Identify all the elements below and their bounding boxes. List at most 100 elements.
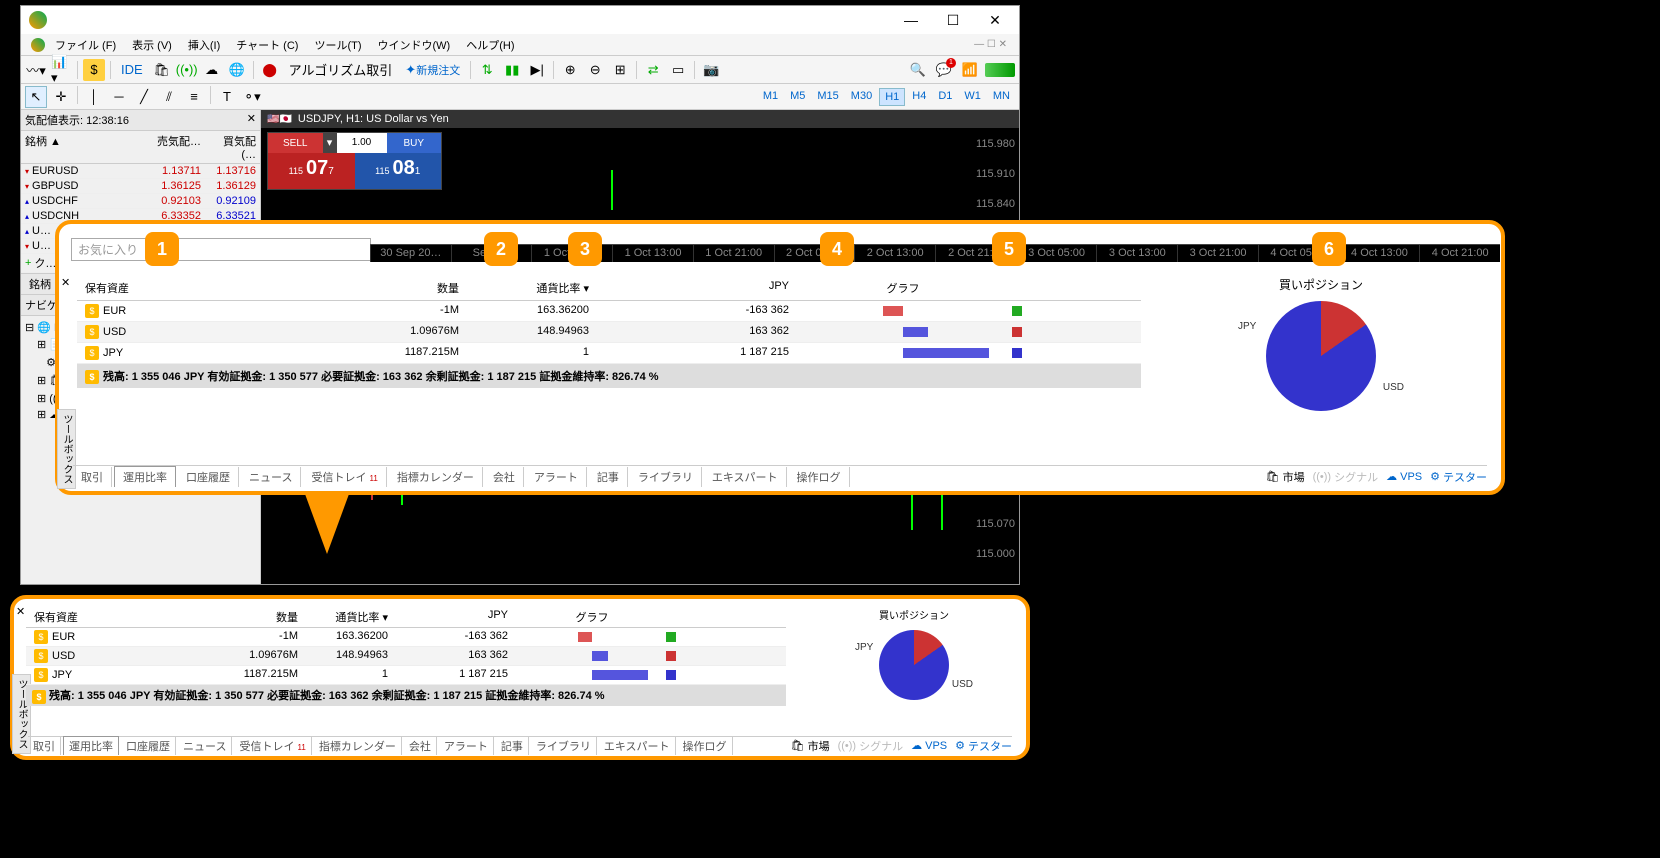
neworder-button[interactable]: ✦ 新規注文 [400,59,465,81]
col-rate[interactable]: 通貨比率 ▾ [467,280,597,296]
menu-file[interactable]: ファイル (F) [49,35,122,55]
objects-icon[interactable]: ⚬▾ [241,86,263,108]
minimize-button[interactable]: — [891,8,931,32]
zoom-in-icon[interactable]: ⊕ [559,59,581,81]
ide-button[interactable]: IDE [116,59,148,81]
tab-articles[interactable]: 記事 [496,737,529,755]
asset-row[interactable]: $JPY 1187.215M11 187 215 [26,666,786,685]
mdi-controls[interactable]: — ☐ ✕ [968,37,1013,52]
cloud-icon[interactable]: ☁ [201,59,223,81]
col-rate[interactable]: 通貨比率 ▾ [306,609,396,625]
asset-row[interactable]: $EUR -1M163.36200-163 362 [26,628,786,647]
tab-exposure[interactable]: 運用比率 [114,466,176,487]
rtab-signals[interactable]: ((•)) シグナル [838,738,904,754]
menu-view[interactable]: 表示 (V) [126,35,178,55]
col-graph[interactable]: グラフ [797,280,997,296]
shopping-icon[interactable]: 🛍 [151,59,173,81]
stop-icon[interactable]: ⬤ [259,59,281,81]
asset-row[interactable]: $USD 1.09676M148.94963163 362 [26,647,786,666]
cursor-icon[interactable]: ↖ [25,86,47,108]
favorites-input[interactable]: お気に入り [71,238,371,261]
tab-experts[interactable]: エキスパート [704,467,787,487]
rtab-tester[interactable]: ⚙ テスター [955,738,1012,754]
tile-icon[interactable]: ▭ [667,59,689,81]
tab-news[interactable]: ニュース [241,467,301,487]
tab-calendar[interactable]: 指標カレンダー [314,737,402,755]
signal-icon[interactable]: ((•)) [176,59,198,81]
tab-company[interactable]: 会社 [485,467,524,487]
close-button[interactable]: ✕ [975,8,1015,32]
tab-news[interactable]: ニュース [178,737,232,755]
maximize-button[interactable]: ☐ [933,8,973,32]
text-icon[interactable]: T [216,86,238,108]
menu-chart[interactable]: チャート (C) [230,35,304,55]
volume-input[interactable]: 1.00 [337,133,387,153]
tf-d1[interactable]: D1 [933,88,957,106]
col-qty[interactable]: 数量 [357,280,467,296]
tab-experts[interactable]: エキスパート [599,737,676,755]
mw-row[interactable]: ▴USDCHF0.921030.92109 [21,194,260,209]
tab-articles[interactable]: 記事 [589,467,628,487]
globe-icon[interactable]: 🌐 [226,59,248,81]
rtab-vps[interactable]: ☁ VPS [1386,470,1422,483]
buy-price[interactable]: 115 081 [355,153,442,189]
col-graph[interactable]: グラフ [516,609,656,625]
chart-type-icon[interactable]: 〰▾ [25,59,47,81]
fibo-icon[interactable]: ≡ [183,86,205,108]
sync-icon[interactable]: ⇄ [642,59,664,81]
mw-col-symbol[interactable]: 銘柄 ▲ [21,131,150,163]
tab-history[interactable]: 口座履歴 [121,737,176,755]
panel-close-icon[interactable]: ✕ [16,605,25,618]
rtab-tester[interactable]: ⚙ テスター [1430,469,1487,485]
tf-m5[interactable]: M5 [785,88,810,106]
panel-close-icon[interactable]: ✕ [61,276,70,289]
rtab-vps[interactable]: ☁ VPS [911,739,947,752]
tab-calendar[interactable]: 指標カレンダー [389,467,483,487]
dollar-icon[interactable]: $ [83,59,105,81]
col-asset[interactable]: 保有資産 [77,280,357,296]
tab-trade[interactable]: 取引 [28,737,61,755]
tf-m1[interactable]: M1 [758,88,783,106]
grid-icon[interactable]: ⊞ [609,59,631,81]
tf-mn[interactable]: MN [988,88,1015,106]
tab-mailbox[interactable]: 受信トレイ 11 [234,737,311,755]
search-icon[interactable]: 🔍 [907,59,929,81]
tab-library[interactable]: ライブラリ [630,467,702,487]
mw-col-bid[interactable]: 売気配… [150,131,205,163]
rtab-signals[interactable]: ((•)) シグナル [1313,469,1379,485]
tab-journal[interactable]: 操作ログ [789,467,850,487]
tab-company[interactable]: 会社 [404,737,437,755]
play-icon[interactable]: ▮▮ [501,59,523,81]
tf-w1[interactable]: W1 [959,88,986,106]
asset-row[interactable]: $USD 1.09676M 148.94963 163 362 [77,322,1141,343]
rtab-market[interactable]: 🛍 市場 [791,738,830,754]
col-jpy[interactable]: JPY [597,280,797,296]
asset-row[interactable]: $EUR -1M 163.36200 -163 362 [77,301,1141,322]
equi-icon[interactable]: ⫽ [158,86,180,108]
vol-dropdown-icon[interactable]: ▾ [323,133,337,153]
buy-button[interactable]: BUY [387,133,442,153]
col-asset[interactable]: 保有資産 [26,609,226,625]
rtab-market[interactable]: 🛍 市場 [1266,469,1305,485]
zoom-out-icon[interactable]: ⊖ [584,59,606,81]
tab-alerts[interactable]: アラート [526,467,587,487]
notification-icon[interactable]: 💬 [933,59,955,81]
end-icon[interactable]: ▶| [526,59,548,81]
tab-history[interactable]: 口座履歴 [178,467,239,487]
col-qty[interactable]: 数量 [226,609,306,625]
mw-tab-symbols[interactable]: 銘柄 [21,274,59,294]
trendline-icon[interactable]: ╱ [133,86,155,108]
camera-icon[interactable]: 📷 [700,59,722,81]
indicator-icon[interactable]: 📊▾ [50,59,72,81]
shift-icon[interactable]: ⇅ [476,59,498,81]
algo-button[interactable]: アルゴリズム取引 [284,59,398,81]
mw-col-ask[interactable]: 買気配(… [205,131,260,163]
tf-h4[interactable]: H4 [907,88,931,106]
tab-exposure[interactable]: 運用比率 [63,736,119,755]
vline-icon[interactable]: │ [83,86,105,108]
hline-icon[interactable]: ─ [108,86,130,108]
col-jpy[interactable]: JPY [396,609,516,625]
connection-icon[interactable]: 📶 [959,59,981,81]
mw-close-icon[interactable]: ✕ [247,112,256,128]
asset-row[interactable]: $JPY 1187.215M 1 1 187 215 [77,343,1141,364]
